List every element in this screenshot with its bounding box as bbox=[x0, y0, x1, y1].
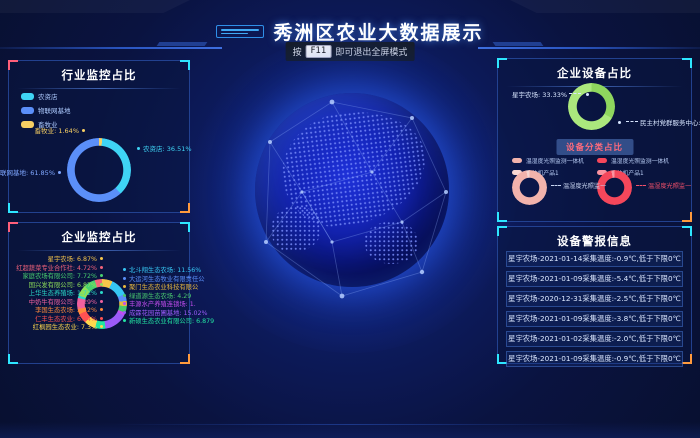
panel-title: 企业监控占比 bbox=[9, 223, 189, 245]
pie-callout-label: 星宇农场: 6.87% bbox=[48, 256, 103, 264]
legend-swatch-icon bbox=[512, 158, 522, 163]
brand-logo-icon bbox=[216, 25, 264, 38]
footer-band bbox=[0, 422, 700, 438]
pie-label-service-center: 民主村党群服务中心: bbox=[618, 117, 700, 127]
title-separator bbox=[17, 250, 181, 251]
panel-alarms: 设备警报信息 星宇农场-2021-01-14采集温度:-0.9℃,低于下限0℃星… bbox=[497, 226, 692, 364]
pie-label-livestock: 畜牧业: 1.64% bbox=[35, 125, 85, 135]
alarm-row: 星宇农场-2020-12-31采集温度:-2.5℃,低于下限0℃ bbox=[506, 291, 683, 307]
pie-callout-label: 丰源水产养殖连锁场: 1. bbox=[123, 301, 196, 309]
pie-callout-label: 北斗翔生态农场: 11.56% bbox=[123, 267, 201, 275]
pie-callout-label: 红超蔬菜专业合作社: 4.72% bbox=[16, 265, 103, 273]
legend-label: 农资店 bbox=[38, 91, 58, 101]
legend-item[interactable]: 温湿度光照监测一体机 bbox=[512, 156, 584, 165]
category-donut-left[interactable] bbox=[512, 170, 547, 205]
legend-item[interactable]: 物联网基地 bbox=[21, 105, 71, 115]
legend-swatch-icon bbox=[21, 107, 34, 114]
pie-label-iot: 物联网基地: 61.85% bbox=[0, 167, 61, 177]
alarm-row: 星宇农场-2021-01-09采集温度:-3.8℃,低于下限0℃ bbox=[506, 311, 683, 327]
pie-callout-label: 家庭农场有限公司: 7.72% bbox=[22, 273, 103, 281]
pie-callout-label: 上华生态养殖场: 1.72% bbox=[29, 290, 103, 298]
category-callout-left: 温湿度光照监一 bbox=[551, 181, 606, 190]
alarm-list: 星宇农场-2021-01-14采集温度:-0.9℃,低于下限0℃ 星宇农场-202… bbox=[506, 251, 683, 367]
pie-callout-label: 红枫园生态农业: 7.3% bbox=[33, 324, 103, 332]
globe-continent bbox=[364, 221, 418, 264]
pie-callout-label: 中奶牛有限公司: 7.29% bbox=[29, 299, 103, 307]
header-line-left bbox=[0, 47, 222, 49]
alarm-row: 星宇农场-2021-01-14采集温度:-0.9℃,低于下限0℃ bbox=[506, 251, 683, 267]
category-callout-right: 温湿度光照监一 bbox=[636, 181, 691, 190]
pie-callout-label: 仁丰生态农业: 6.44% bbox=[35, 316, 103, 324]
legend-swatch-icon bbox=[21, 121, 34, 128]
title-separator bbox=[17, 88, 181, 89]
industry-legend: 农资店物联网基地畜牧业 bbox=[21, 91, 71, 129]
industry-donut-chart[interactable] bbox=[67, 138, 131, 202]
legend-swatch-icon bbox=[597, 158, 607, 163]
alarm-row: 星宇农场-2021-01-02采集温度:-2.0℃,低于下限0℃ bbox=[506, 331, 683, 347]
pie-callout-label: 大运河生态牧业有限责任公 bbox=[123, 276, 205, 284]
panel-title: 行业监控占比 bbox=[9, 61, 189, 83]
panel-enterprise-monitor: 企业监控占比 星宇农场: 6.87%红超蔬菜专业合作社: 4.72%家庭农场有限… bbox=[8, 222, 190, 364]
top-left-band bbox=[0, 0, 190, 13]
legend-label: 物联网基地 bbox=[38, 105, 71, 115]
pie-label-store: 农资店: 36.51% bbox=[137, 143, 192, 153]
alarm-row: 星宇农场-2021-01-09采集温度:-0.9℃,低于下限0℃ bbox=[506, 351, 683, 367]
legend-item[interactable]: 温湿度光照监测一体机 bbox=[597, 156, 669, 165]
top-right-band bbox=[510, 0, 700, 13]
panel-title: 设备警报信息 bbox=[498, 227, 691, 249]
pie-label-farm: 星宇农场: 33.33% bbox=[512, 89, 589, 99]
legend-label: 温湿度光照监测一体机 bbox=[611, 156, 669, 165]
legend-item[interactable]: 农资店 bbox=[21, 91, 71, 101]
device-category-title: 设备分类占比 bbox=[556, 139, 633, 155]
panel-title: 企业设备占比 bbox=[498, 59, 691, 81]
legend-swatch-icon bbox=[21, 93, 34, 100]
pie-callout-label: 成霖花园苗圃基地: 15.02% bbox=[123, 310, 208, 318]
header-line-right bbox=[478, 47, 700, 49]
globe-icon bbox=[255, 93, 449, 287]
legend-label: 温湿度光照监测一体机 bbox=[526, 156, 584, 165]
pie-callout-label: 聚门生态农业科技有限公 bbox=[123, 284, 198, 292]
dashboard: 秀洲区农业大数据展示 按 F11 即可退出全屏模式 行业监控占比 农资店物 bbox=[0, 0, 700, 438]
globe-continent bbox=[271, 206, 321, 253]
alarm-row: 星宇农场-2021-01-09采集温度:-5.4℃,低于下限0℃ bbox=[506, 271, 683, 287]
pie-callout-label: 国兴发有限公司: 6.87% bbox=[29, 282, 103, 290]
pie-callout-label: 绿道源生态农场: 4.29 bbox=[123, 293, 191, 301]
panel-equipment: 企业设备占比 星宇农场: 33.33% 民主村党群服务中心: 设备分类占比 温湿… bbox=[497, 58, 692, 222]
panel-industry-monitor: 行业监控占比 农资店物联网基地畜牧业 畜牧业: 1.64% 农资店: 36.51… bbox=[8, 60, 190, 213]
pie-callout-label: 新硕生态农业有限公司: 6.879 bbox=[123, 318, 214, 326]
pie-callout-label: 李国生态农场: 3.42% bbox=[35, 307, 103, 315]
